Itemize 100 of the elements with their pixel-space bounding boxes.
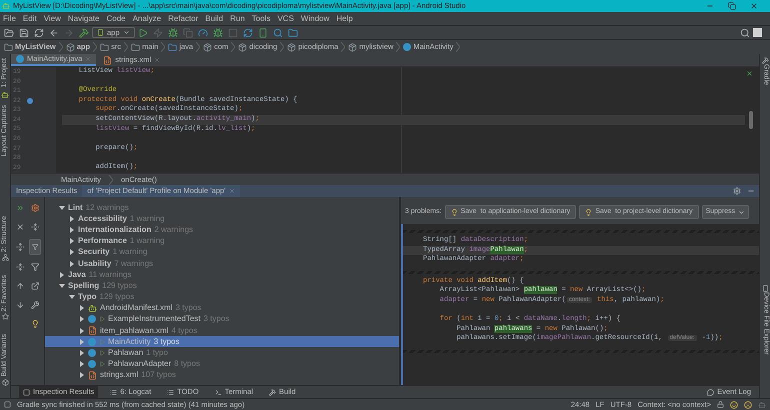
tree-node-count: 107 typos	[141, 369, 176, 382]
tree-row[interactable]: PahlawanAdapter 8 typos	[45, 358, 399, 370]
menu-item[interactable]: Tools	[252, 12, 270, 24]
run-marker-icon	[99, 338, 105, 345]
tree-node-count: 129 typos	[100, 291, 134, 304]
triangle-right-icon[interactable]	[79, 372, 85, 378]
tree-row[interactable]: ExampleInstrumentedTest 3 typos	[45, 314, 399, 326]
tree-node-count: 8 typos	[174, 358, 200, 370]
menu-item[interactable]: View	[44, 12, 61, 24]
folder-icon	[131, 42, 140, 52]
speech-bubble-icon	[707, 388, 714, 396]
tree-row[interactable]: item_pahlawan.xml 4 typos	[45, 325, 399, 336]
tree-node-label: Spelling	[68, 280, 100, 292]
tree-node-label: Usability	[78, 258, 112, 270]
caret-icon	[738, 208, 746, 216]
chevron-separator-icon	[109, 174, 114, 184]
triangle-down-icon[interactable]	[59, 282, 65, 289]
editor-scrollbar-thumb[interactable]	[749, 111, 753, 129]
terminal-icon	[214, 388, 222, 396]
menu-item[interactable]: Window	[300, 12, 330, 24]
module-icon	[97, 29, 104, 36]
menu-item[interactable]: Analyze	[132, 12, 162, 24]
triangle-right-icon[interactable]	[69, 216, 75, 222]
smiley-icon	[730, 400, 738, 408]
tree-row[interactable]: Typo 129 typos	[45, 292, 399, 303]
triangle-down-icon[interactable]	[59, 204, 65, 211]
tree-node-label: Java	[68, 268, 86, 281]
menu-item[interactable]: Help	[336, 12, 353, 24]
tree-row[interactable]: Java 11 warnings	[45, 269, 399, 280]
lightbulb-icon	[450, 208, 458, 216]
tree-node-count: 1 warning	[130, 212, 165, 225]
tree-node-label: Lint	[68, 202, 83, 214]
android-file-icon	[88, 304, 97, 313]
menu-item[interactable]: Edit	[22, 12, 37, 24]
configure-icon[interactable]	[28, 201, 41, 215]
tree-row[interactable]: Security 1 warning	[45, 246, 399, 258]
triangle-down-icon[interactable]	[69, 294, 75, 300]
sad-face-icon	[744, 400, 752, 408]
build-icon	[269, 388, 276, 396]
tree-node-label: Accessibility	[78, 212, 127, 225]
tree-row[interactable]: Accessibility 1 warning	[45, 213, 399, 224]
tree-node-label: Internationalization	[78, 224, 152, 236]
triangle-right-icon[interactable]	[69, 260, 75, 267]
logcat-icon	[110, 388, 118, 396]
triangle-right-icon[interactable]	[79, 328, 85, 334]
triangle-right-icon[interactable]	[69, 249, 75, 256]
tree-node-label: Typo	[78, 291, 97, 304]
chevron-separator-icon	[280, 42, 284, 52]
tool-window-icon	[2, 313, 8, 320]
xml-file-icon	[103, 56, 112, 64]
tree-row[interactable]: strings.xml 107 typos	[45, 370, 399, 381]
triangle-right-icon[interactable]	[79, 316, 85, 322]
tree-row[interactable]: Pahlawan 1 typo	[45, 347, 399, 359]
close-tab-icon	[228, 188, 235, 194]
triangle-right-icon[interactable]	[69, 238, 75, 244]
menu-item[interactable]: Navigate	[68, 12, 100, 24]
package-icon	[238, 42, 248, 52]
tree-row[interactable]: Lint 12 warnings	[45, 202, 399, 214]
xml-file-icon	[88, 326, 97, 336]
tree-row[interactable]: Usability 7 warnings	[45, 258, 399, 270]
tree-row[interactable]: Internationalization 2 warnings	[45, 224, 399, 236]
lightbulb-icon	[585, 208, 592, 216]
source-folder-icon	[168, 42, 178, 52]
tree-node-count: 7 warnings	[114, 258, 154, 270]
tree-row[interactable]: Performance 1 warning	[45, 236, 399, 247]
triangle-right-icon[interactable]	[79, 350, 85, 356]
restore-icon	[728, 2, 736, 10]
menu-item[interactable]: Refactor	[168, 12, 198, 24]
menu-item[interactable]: Run	[230, 12, 245, 24]
chevron-separator-icon	[93, 42, 98, 52]
triangle-right-icon[interactable]	[69, 226, 75, 233]
tree-node-count: 1 warning	[112, 246, 148, 258]
todo-icon	[167, 388, 174, 396]
tree-row[interactable]: Spelling 129 typos	[45, 280, 399, 292]
tree-row[interactable]: AndroidManifest.xml 3 typos	[45, 302, 399, 314]
tree-node-label: AndroidManifest.xml	[100, 302, 172, 314]
menu-item[interactable]: Code	[106, 12, 126, 24]
menu-item[interactable]: Build	[205, 12, 224, 24]
chevron-separator-icon	[396, 42, 400, 52]
tree-node-label: Security	[78, 246, 110, 258]
settings-icon	[733, 187, 741, 195]
run-marker-icon	[99, 361, 105, 368]
chevron-separator-icon	[456, 42, 460, 52]
wrench-icon[interactable]	[28, 298, 41, 312]
triangle-right-icon[interactable]	[79, 338, 85, 345]
menu-item[interactable]: VCS	[277, 12, 294, 24]
package-icon	[348, 42, 358, 52]
caret-icon	[122, 29, 130, 36]
chevron-separator-icon	[341, 42, 346, 52]
class-icon	[88, 315, 96, 324]
android-icon	[1, 90, 9, 99]
triangle-right-icon[interactable]	[79, 361, 85, 368]
menu-item[interactable]: File	[3, 12, 16, 24]
run-marker-icon	[99, 350, 105, 356]
triangle-right-icon[interactable]	[59, 272, 65, 278]
triangle-right-icon[interactable]	[79, 305, 85, 312]
robot-icon	[758, 400, 766, 408]
tree-row[interactable]: MainActivity 3 typos	[45, 336, 399, 348]
filter-toggle[interactable]	[28, 239, 41, 255]
collapse-all-icon[interactable]	[14, 260, 26, 274]
